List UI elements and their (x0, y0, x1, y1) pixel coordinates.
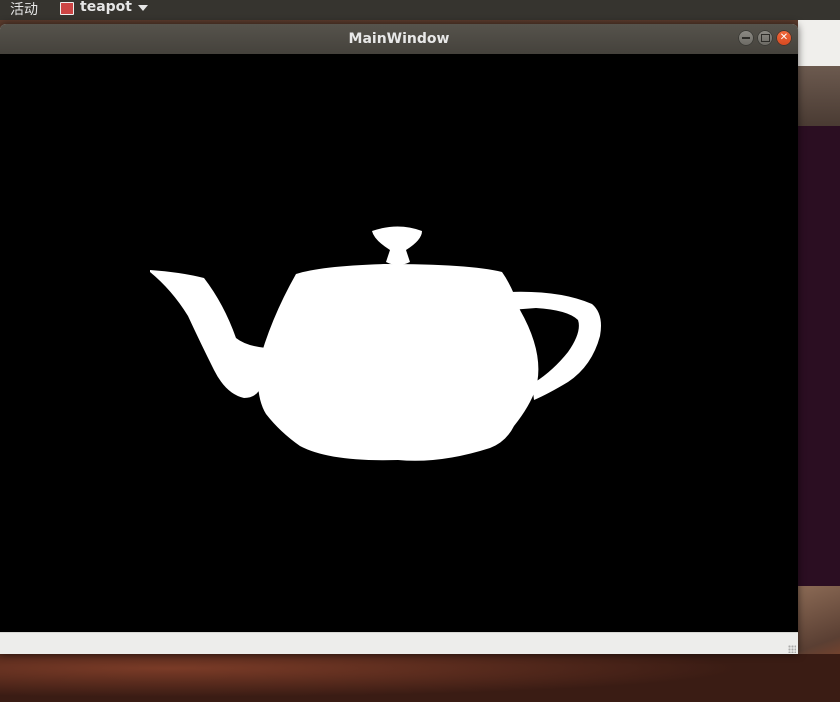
window-titlebar[interactable]: MainWindow ✕ (0, 24, 798, 54)
close-button[interactable]: ✕ (776, 30, 792, 46)
top-panel: 活动 teapot (0, 0, 840, 20)
minimize-button[interactable] (738, 30, 754, 46)
maximize-button[interactable] (757, 30, 773, 46)
resize-grip-icon[interactable] (788, 645, 796, 653)
render-canvas[interactable] (0, 54, 798, 632)
window-title: MainWindow (348, 31, 450, 47)
background-terminal (798, 126, 840, 586)
app-menu-label: teapot (80, 0, 132, 15)
background-window-edge (798, 20, 840, 66)
wallpaper-ground (0, 654, 840, 702)
teapot-render (150, 226, 601, 461)
status-bar (0, 632, 798, 654)
window-controls: ✕ (738, 30, 792, 46)
background-window-toolbar (798, 66, 840, 126)
maximize-icon (757, 30, 773, 46)
main-window: MainWindow ✕ (0, 24, 798, 654)
close-icon: ✕ (779, 32, 789, 43)
app-icon (60, 1, 74, 15)
minimize-icon (738, 30, 754, 46)
activities-button[interactable]: 活动 (10, 0, 38, 19)
app-menu[interactable]: teapot (60, 0, 148, 15)
caret-down-icon (137, 5, 148, 11)
